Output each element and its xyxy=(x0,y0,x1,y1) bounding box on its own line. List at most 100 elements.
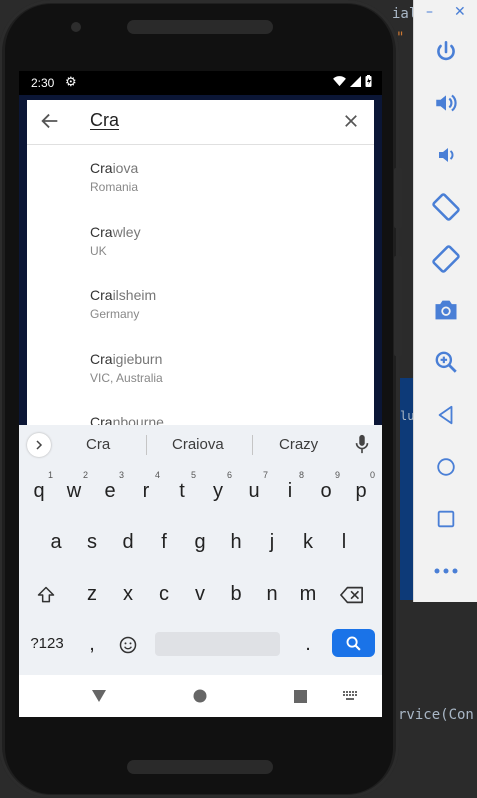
screenshot-button[interactable] xyxy=(414,288,477,332)
key-i[interactable]: i8 xyxy=(273,469,307,513)
shift-icon xyxy=(37,586,55,603)
result-item[interactable]: Craiova Romania xyxy=(27,153,374,215)
key-t[interactable]: t5 xyxy=(165,469,199,513)
result-name: Craigieburn xyxy=(90,351,163,367)
backspace-key[interactable] xyxy=(335,572,369,616)
bottom-speaker xyxy=(127,760,273,774)
result-item[interactable]: Crawley UK xyxy=(27,217,374,279)
result-item[interactable]: Craigieburn VIC, Australia xyxy=(27,344,374,406)
shift-key[interactable] xyxy=(29,572,63,616)
key-r[interactable]: r4 xyxy=(129,469,163,513)
key-b[interactable]: b xyxy=(219,572,253,616)
volume-up-icon xyxy=(436,94,457,112)
rotate-left-button[interactable] xyxy=(414,185,477,229)
triangle-down-icon xyxy=(92,690,106,702)
key-o[interactable]: o9 xyxy=(309,469,343,513)
battery-icon xyxy=(365,75,372,87)
settings-gear-icon: ⚙ xyxy=(65,74,77,89)
key-m[interactable]: m xyxy=(291,572,325,616)
key-z[interactable]: z xyxy=(75,572,109,616)
more-icon xyxy=(434,568,458,574)
key-s[interactable]: s xyxy=(75,520,109,564)
suggestion-word[interactable]: Crazy xyxy=(279,436,318,453)
search-input[interactable]: Cra xyxy=(90,110,119,131)
side-volume-button[interactable] xyxy=(394,256,402,356)
more-button[interactable] xyxy=(414,549,477,593)
back-button[interactable] xyxy=(414,393,477,437)
comma-key[interactable]: , xyxy=(75,622,109,666)
key-x[interactable]: x xyxy=(111,572,145,616)
power-button[interactable] xyxy=(414,30,477,74)
microphone-icon[interactable] xyxy=(354,434,370,458)
zoom-button[interactable] xyxy=(414,340,477,384)
search-enter-key[interactable] xyxy=(332,629,375,657)
cell-signal-icon xyxy=(350,75,361,87)
key-l[interactable]: l xyxy=(327,520,361,564)
key-p[interactable]: p0 xyxy=(344,469,378,513)
space-bar[interactable] xyxy=(155,632,280,656)
keyboard-switch-button[interactable] xyxy=(321,675,381,717)
keyboard-icon xyxy=(343,691,357,700)
suggestion-word[interactable]: Cra xyxy=(86,436,110,453)
search-bar: Cra xyxy=(27,100,374,145)
nav-home-button[interactable] xyxy=(170,675,230,717)
key-u[interactable]: u7 xyxy=(237,469,271,513)
key-v[interactable]: v xyxy=(183,572,217,616)
result-name: Crailsheim xyxy=(90,287,157,303)
rotate-right-button[interactable] xyxy=(414,237,477,281)
overview-button[interactable] xyxy=(414,497,477,541)
key-h[interactable]: h xyxy=(219,520,253,564)
back-arrow-icon[interactable] xyxy=(39,110,61,136)
volume-up-button[interactable] xyxy=(414,81,477,125)
key-k[interactable]: k xyxy=(291,520,325,564)
volume-down-icon xyxy=(439,148,454,162)
home-circle-icon xyxy=(437,458,455,476)
back-triangle-icon xyxy=(438,405,453,425)
suggestion-divider xyxy=(146,435,147,455)
result-region: VIC, Australia xyxy=(90,371,163,385)
suggestion-word[interactable]: Craiova xyxy=(172,436,224,453)
rotate-left-icon xyxy=(432,193,460,221)
square-icon xyxy=(293,689,307,703)
key-f[interactable]: f xyxy=(147,520,181,564)
ide-code-bottom: rvice(Con xyxy=(398,707,474,723)
volume-down-button[interactable] xyxy=(414,133,477,177)
front-camera xyxy=(71,22,81,32)
emoji-key[interactable] xyxy=(111,622,145,666)
key-j[interactable]: j xyxy=(255,520,289,564)
search-icon xyxy=(346,636,361,651)
result-name: Craiova xyxy=(90,160,139,176)
key-g[interactable]: g xyxy=(183,520,217,564)
side-power-button[interactable] xyxy=(394,168,402,228)
minimize-button[interactable]: – xyxy=(426,4,433,20)
key-n[interactable]: n xyxy=(255,572,289,616)
power-icon xyxy=(437,40,455,61)
emoji-icon xyxy=(119,636,137,653)
key-a[interactable]: a xyxy=(39,520,73,564)
key-c[interactable]: c xyxy=(147,572,181,616)
status-icons xyxy=(333,75,372,87)
close-button[interactable]: ✕ xyxy=(454,4,466,20)
clear-icon[interactable] xyxy=(342,112,360,134)
overview-square-icon xyxy=(437,510,455,528)
device-screen: 2:30 ⚙ Cra Craiova Romania Crawley UK Cr xyxy=(19,71,382,717)
key-q[interactable]: q1 xyxy=(22,469,56,513)
wifi-icon xyxy=(333,75,346,86)
key-d[interactable]: d xyxy=(111,520,145,564)
camera-icon xyxy=(435,300,457,320)
key-w[interactable]: w2 xyxy=(57,469,91,513)
key-e[interactable]: e3 xyxy=(93,469,127,513)
system-nav-bar xyxy=(19,675,382,717)
key-y[interactable]: y6 xyxy=(201,469,235,513)
chevron-right-icon xyxy=(36,440,43,450)
symbols-key[interactable]: ?123 xyxy=(25,622,69,666)
status-bar: 2:30 ⚙ xyxy=(19,71,382,95)
suggestion-divider xyxy=(252,435,253,455)
emulator-toolbar: – ✕ xyxy=(413,0,477,602)
result-item[interactable]: Crailsheim Germany xyxy=(27,280,374,342)
nav-back-button[interactable] xyxy=(69,675,129,717)
zoom-icon xyxy=(435,351,457,373)
result-region: Romania xyxy=(90,180,139,194)
home-button[interactable] xyxy=(414,445,477,489)
period-key[interactable]: . xyxy=(291,622,325,666)
